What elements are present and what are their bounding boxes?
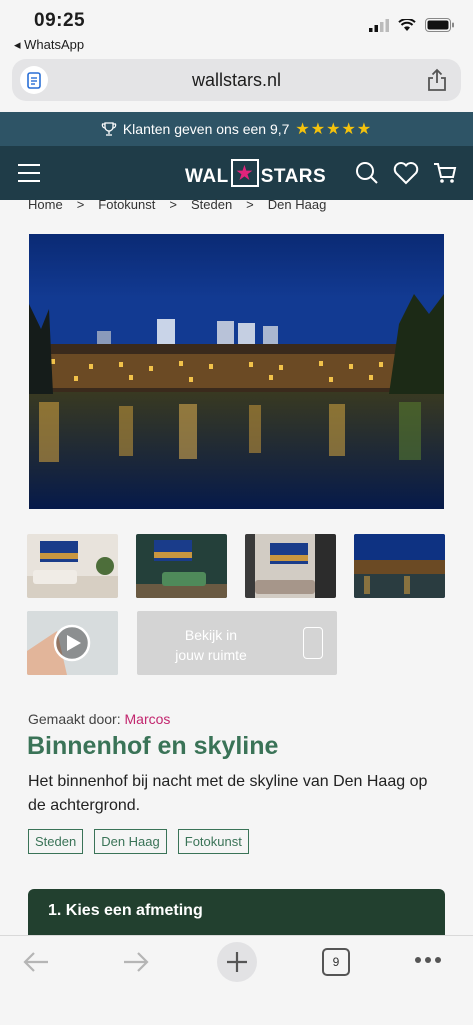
back-arrow-icon[interactable]: [22, 950, 50, 974]
wifi-icon: [398, 18, 416, 31]
maker-line: Gemaakt door: Marcos: [28, 711, 170, 727]
maker-name-link[interactable]: Marcos: [125, 711, 171, 727]
browser-toolbar: 9: [0, 935, 473, 1025]
product-title: Binnenhof en skyline: [27, 732, 279, 760]
back-to-app-link[interactable]: ◂ WhatsApp: [14, 37, 84, 53]
trophy-icon: [101, 122, 117, 136]
logo-text-right: STARS: [260, 166, 327, 187]
thumbnail-loft[interactable]: [245, 534, 336, 598]
phone-ar-icon: [303, 627, 323, 659]
product-main-image[interactable]: [29, 234, 444, 509]
heart-icon[interactable]: [393, 161, 419, 185]
logo[interactable]: WAL ★ STARS: [185, 159, 327, 191]
battery-icon: [425, 18, 454, 32]
menu-icon[interactable]: [18, 164, 40, 188]
tag-den-haag[interactable]: Den Haag: [94, 829, 167, 854]
clock: 09:25: [34, 10, 86, 31]
night-skyline-photo: [29, 234, 444, 509]
thumbnail-video[interactable]: [27, 611, 118, 675]
product-description: Het binnenhof bij nacht met de skyline v…: [28, 773, 428, 814]
breadcrumb-separator: >: [76, 197, 85, 212]
thumbnail-living-room-1[interactable]: [27, 534, 118, 598]
tag-list: Steden Den Haag Fotokunst: [28, 829, 249, 854]
search-icon[interactable]: [355, 161, 379, 185]
breadcrumb-separator: >: [169, 197, 177, 212]
size-section-header[interactable]: 1. Kies een afmeting: [28, 889, 445, 935]
new-tab-icon[interactable]: [216, 941, 258, 983]
url-text[interactable]: wallstars.nl: [12, 70, 461, 91]
view-in-room-button[interactable]: Bekijk in jouw ruimte: [137, 611, 337, 675]
logo-star-icon: ★: [230, 159, 259, 187]
site-header: WAL ★ STARS: [0, 146, 473, 200]
logo-text-left: WAL: [185, 166, 229, 187]
promo-bar: Klanten geven ons een 9,7 ★★★★★: [0, 112, 473, 146]
breadcrumb-fotokunst[interactable]: Fotokunst: [98, 197, 155, 212]
status-icons: [369, 18, 455, 32]
forward-arrow-icon[interactable]: [122, 950, 150, 974]
tabs-button[interactable]: 9: [322, 948, 350, 976]
status-bar: 09:25 ◂ WhatsApp: [0, 0, 473, 56]
breadcrumb: Home > Fotokunst > Steden > Den Haag: [28, 197, 326, 212]
breadcrumb-den-haag[interactable]: Den Haag: [268, 197, 327, 212]
maker-label: Gemaakt door:: [28, 711, 121, 727]
url-bar[interactable]: wallstars.nl: [12, 59, 461, 101]
more-options-icon[interactable]: [414, 956, 442, 964]
tag-fotokunst[interactable]: Fotokunst: [177, 829, 249, 854]
signal-icon: [369, 18, 389, 32]
size-section-title: 1. Kies een afmeting: [48, 902, 203, 919]
breadcrumb-steden[interactable]: Steden: [191, 197, 232, 212]
breadcrumb-home[interactable]: Home: [28, 197, 63, 212]
thumbnail-artwork[interactable]: [354, 534, 445, 598]
share-icon[interactable]: [427, 68, 447, 92]
promo-text: Klanten geven ons een 9,7: [122, 121, 290, 137]
breadcrumb-separator: >: [246, 197, 254, 212]
rating-stars: ★★★★★: [295, 121, 373, 138]
view-in-room-label: Bekijk in jouw ruimte: [175, 627, 247, 663]
thumbnail-green-wall[interactable]: [136, 534, 227, 598]
cart-icon[interactable]: [433, 161, 457, 185]
header-icons: [355, 161, 457, 185]
tag-steden[interactable]: Steden: [28, 829, 84, 854]
